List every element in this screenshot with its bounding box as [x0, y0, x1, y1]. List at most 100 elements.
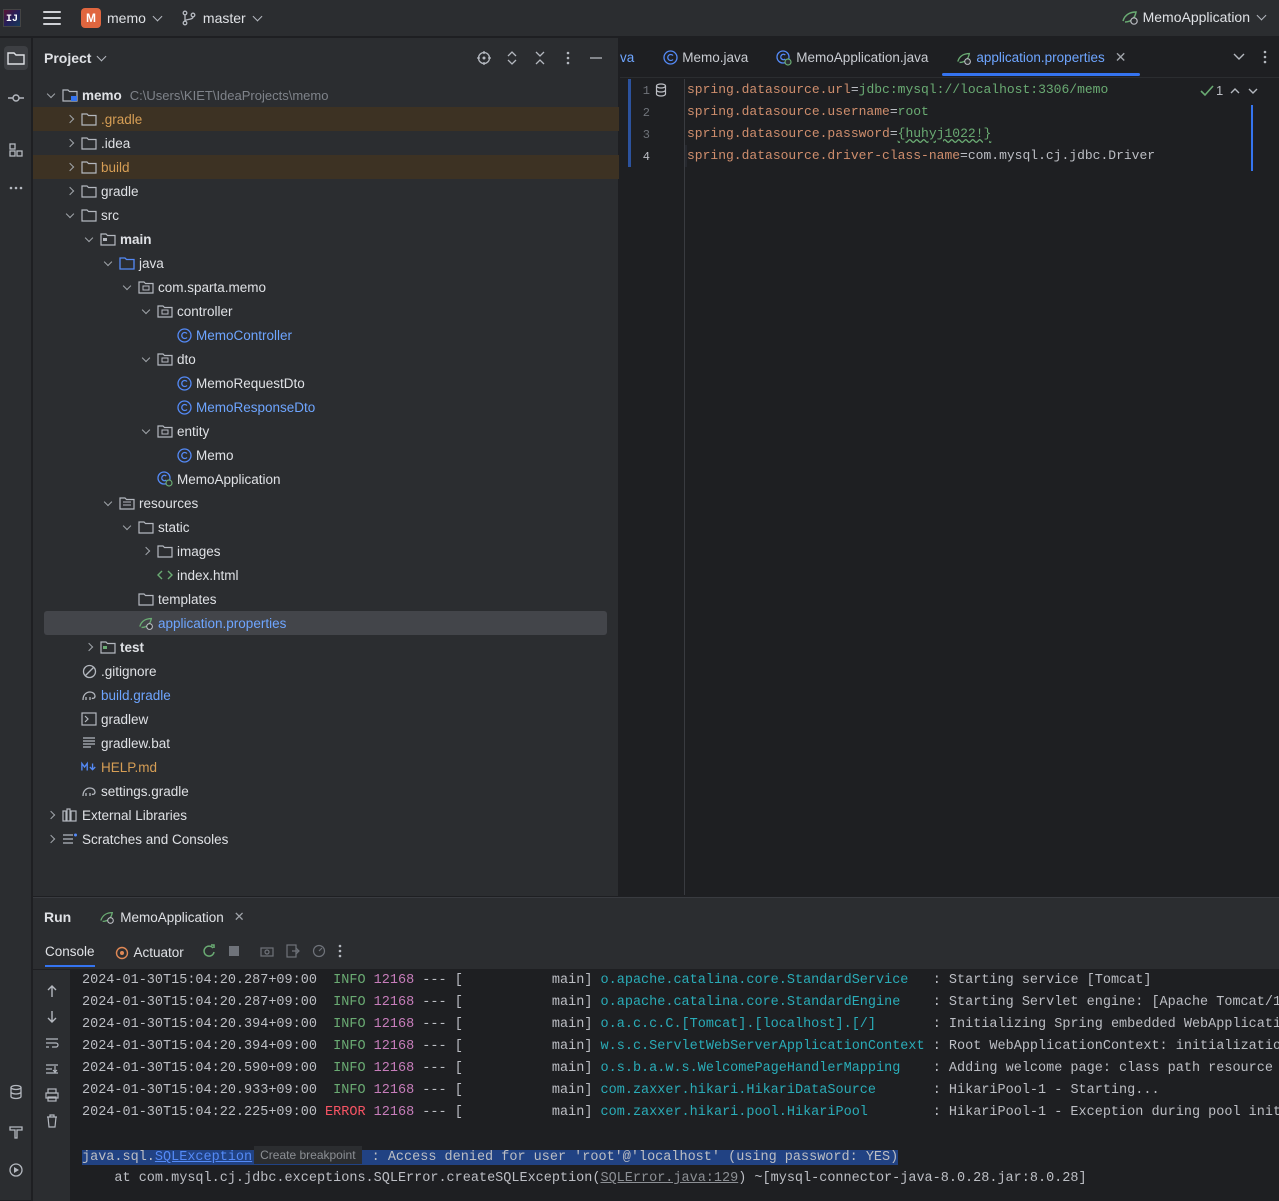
datasource-icon[interactable]: [655, 83, 667, 97]
log-logger[interactable]: o.s.b.a.w.s.WelcomePageHandlerMapping: [601, 1061, 901, 1076]
stack-source-link[interactable]: SQLError.java:129: [600, 1171, 738, 1186]
tab-console[interactable]: Console: [45, 938, 95, 967]
soft-wrap-icon[interactable]: [43, 1034, 61, 1052]
expand-all-icon[interactable]: [504, 50, 520, 66]
run-panel-title[interactable]: Run: [44, 909, 71, 925]
run-configuration-selector[interactable]: MemoApplication: [1121, 9, 1267, 25]
tree-node-external-libraries[interactable]: External Libraries: [33, 803, 619, 827]
main-menu-icon[interactable]: [43, 11, 61, 25]
close-tab-icon[interactable]: ✕: [1115, 49, 1127, 66]
tree-node-build[interactable]: build: [33, 155, 619, 179]
log-logger[interactable]: com.zaxxer.hikari.pool.HikariPool: [601, 1105, 868, 1120]
branch-name[interactable]: master: [203, 10, 246, 26]
chevron-down-icon[interactable]: [100, 495, 116, 511]
intellij-logo-icon[interactable]: IJ: [3, 9, 21, 27]
more-tools-icon[interactable]: [4, 176, 28, 200]
camera-icon[interactable]: [260, 945, 274, 960]
scroll-up-icon[interactable]: [43, 982, 61, 1000]
scroll-down-icon[interactable]: [43, 1008, 61, 1026]
rerun-icon[interactable]: [202, 944, 216, 961]
code-line[interactable]: spring.datasource.username=root: [687, 101, 929, 123]
chevron-down-icon[interactable]: [138, 351, 154, 367]
git-branch-icon[interactable]: [181, 10, 197, 26]
close-tab-icon[interactable]: ✕: [234, 909, 245, 925]
tree-node-application-properties[interactable]: application.properties: [44, 611, 607, 635]
scroll-to-end-icon[interactable]: [43, 1060, 61, 1078]
tree-node-scratches-and-consoles[interactable]: Scratches and Consoles: [33, 827, 619, 851]
project-panel-title[interactable]: Project: [44, 50, 91, 66]
tree-node-static[interactable]: static: [33, 515, 619, 539]
tree-node-templates[interactable]: templates: [33, 587, 619, 611]
chevron-right-icon[interactable]: [62, 111, 78, 127]
chevron-down-icon[interactable]: [152, 11, 163, 21]
clear-all-icon[interactable]: [43, 1112, 61, 1130]
tree-node-memorequestdto[interactable]: MemoRequestDto: [33, 371, 619, 395]
chevron-down-icon[interactable]: [62, 207, 78, 223]
log-logger[interactable]: w.s.c.ServletWebServerApplicationContext: [601, 1039, 925, 1054]
tree-node-com-sparta-memo[interactable]: com.sparta.memo: [33, 275, 619, 299]
services-tool-icon[interactable]: [4, 1158, 28, 1182]
chevron-right-icon[interactable]: [62, 159, 78, 175]
chevron-down-icon[interactable]: [138, 423, 154, 439]
project-badge[interactable]: M: [81, 8, 101, 28]
previous-highlight-icon[interactable]: [1229, 86, 1241, 96]
tree-node-src[interactable]: src: [33, 203, 619, 227]
chevron-right-icon[interactable]: [62, 135, 78, 151]
editor-options-icon[interactable]: [1263, 50, 1267, 67]
chevron-right-icon[interactable]: [43, 831, 59, 847]
tree-node-gradlew[interactable]: gradlew: [33, 707, 619, 731]
log-logger[interactable]: o.apache.catalina.core.StandardEngine: [601, 995, 901, 1010]
create-breakpoint-hint[interactable]: Create breakpoint: [254, 1146, 362, 1164]
editor-tab-memo-java[interactable]: Memo.java: [648, 38, 762, 78]
tree-node-memoresponsedto[interactable]: MemoResponseDto: [33, 395, 619, 419]
editor-tab-memoapplication-java[interactable]: MemoApplication.java: [762, 38, 942, 78]
code-line[interactable]: spring.datasource.driver-class-name=com.…: [687, 145, 1155, 167]
stop-icon[interactable]: [228, 945, 240, 960]
tree-node-settings-gradle[interactable]: settings.gradle: [33, 779, 619, 803]
tree-node-help-md[interactable]: HELP.md: [33, 755, 619, 779]
profiler-icon[interactable]: [312, 944, 326, 961]
chevron-down-icon[interactable]: [252, 11, 263, 21]
tree-node-build-gradle[interactable]: build.gradle: [33, 683, 619, 707]
tree-node-memoapplication[interactable]: MemoApplication: [33, 467, 619, 491]
tree-node-images[interactable]: images: [33, 539, 619, 563]
log-logger[interactable]: o.apache.catalina.core.StandardService: [601, 973, 909, 988]
build-tool-icon[interactable]: [4, 1120, 28, 1144]
chevron-down-icon[interactable]: [119, 279, 135, 295]
exit-icon[interactable]: [286, 944, 300, 961]
chevron-down-icon[interactable]: [138, 303, 154, 319]
tree-node-main[interactable]: main: [33, 227, 619, 251]
database-tool-icon[interactable]: [4, 1080, 28, 1104]
tree-node-memo[interactable]: Memo: [33, 443, 619, 467]
tab-actuator[interactable]: Actuator: [115, 945, 184, 960]
tree-node-idea[interactable]: .idea: [33, 131, 619, 155]
run-tab-memoapplication[interactable]: MemoApplication ✕: [99, 909, 245, 925]
editor-tab-application-properties[interactable]: application.properties ✕: [942, 38, 1141, 78]
print-icon[interactable]: [43, 1086, 61, 1104]
tree-node-controller[interactable]: controller: [33, 299, 619, 323]
tab-list-chevron-icon[interactable]: [1233, 50, 1245, 67]
exception-class-link[interactable]: SQLException: [155, 1150, 252, 1165]
editor-scrollbar[interactable]: [1251, 105, 1253, 171]
chevron-down-icon[interactable]: [119, 519, 135, 535]
tree-node-memo[interactable]: memo C:\Users\KIET\IdeaProjects\memo: [33, 83, 619, 107]
log-logger[interactable]: o.a.c.c.C.[Tomcat].[localhost].[/]: [601, 1017, 876, 1032]
chevron-right-icon[interactable]: [43, 807, 59, 823]
tree-node-test[interactable]: test: [33, 635, 619, 659]
code-line[interactable]: spring.datasource.password={huhyj1022!}: [687, 123, 991, 145]
commit-tool-icon[interactable]: [4, 86, 28, 110]
chevron-down-icon[interactable]: [97, 51, 107, 61]
inspection-widget[interactable]: 1: [1200, 83, 1259, 98]
console-output[interactable]: 2024-01-30T15:04:20.287+09:00 INFO 12168…: [82, 970, 1279, 1201]
tree-node-gitignore[interactable]: .gitignore: [33, 659, 619, 683]
locate-file-icon[interactable]: [476, 50, 492, 66]
chevron-right-icon[interactable]: [62, 183, 78, 199]
tree-node-gradlew-bat[interactable]: gradlew.bat: [33, 731, 619, 755]
tree-node-memocontroller[interactable]: MemoController: [33, 323, 619, 347]
tree-node-dto[interactable]: dto: [33, 347, 619, 371]
chevron-down-icon[interactable]: [43, 87, 59, 103]
structure-tool-icon[interactable]: [4, 138, 28, 162]
chevron-right-icon[interactable]: [81, 639, 97, 655]
project-name[interactable]: memo: [107, 10, 146, 26]
chevron-right-icon[interactable]: [138, 543, 154, 559]
